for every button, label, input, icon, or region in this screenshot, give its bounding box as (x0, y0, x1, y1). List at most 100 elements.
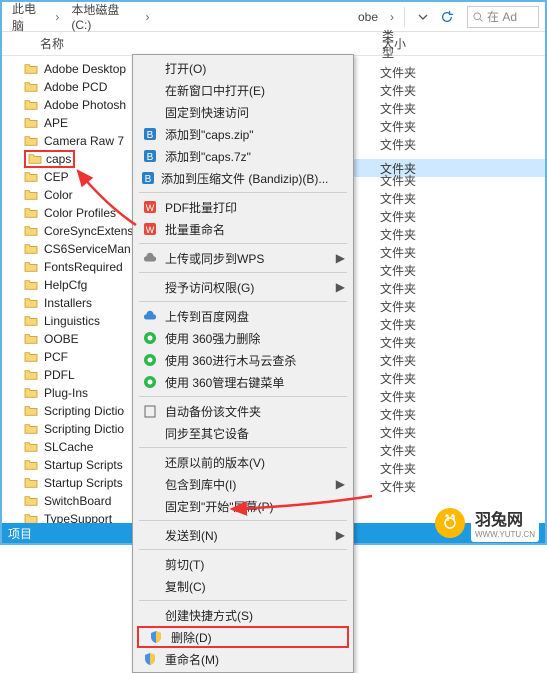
list-item[interactable]: Adobe Photosh (24, 96, 132, 114)
divider (404, 7, 405, 27)
watermark-logo: 羽兔网 WWW.YUTU.CN (435, 503, 539, 542)
type-cell: 文件夹 (380, 225, 416, 243)
folder-icon (24, 297, 38, 309)
type-cell: 文件夹 (380, 171, 416, 189)
list-item[interactable]: TypeSupport (24, 510, 132, 523)
menu-pdf-batch[interactable]: WPDF批量打印 (133, 196, 353, 218)
list-item[interactable]: Camera Raw 7 (24, 132, 132, 150)
column-header-name[interactable]: 名称 (2, 35, 132, 52)
list-item[interactable]: CoreSyncExtens (24, 222, 132, 240)
list-item[interactable]: SLCache (24, 438, 132, 456)
menu-pin-quick-access[interactable]: 固定到快速访问 (133, 101, 353, 123)
menu-cut[interactable]: 剪切(T) (133, 553, 353, 575)
menu-360-manage[interactable]: 使用 360管理右键菜单 (133, 371, 353, 393)
folder-icon (24, 441, 38, 453)
type-column: 文件夹 文件夹 文件夹 文件夹 文件夹 . 文件夹 文件夹 文件夹 文件夹 文件… (380, 63, 416, 495)
folder-icon (24, 189, 38, 201)
list-item[interactable]: SwitchBoard (24, 492, 132, 510)
chevron-right-icon: › (141, 8, 153, 26)
menu-separator (139, 301, 347, 302)
list-item[interactable]: FontsRequired (24, 258, 132, 276)
menu-grant-access[interactable]: 授予访问权限(G)▶ (133, 276, 353, 298)
menu-add-7z[interactable]: B添加到"caps.7z" (133, 145, 353, 167)
list-item[interactable]: Startup Scripts (24, 474, 132, 492)
menu-auto-backup[interactable]: 自动备份该文件夹 (133, 400, 353, 422)
folder-icon (24, 459, 38, 471)
brand-url: WWW.YUTU.CN (475, 530, 535, 539)
type-cell: 文件夹 (380, 261, 416, 279)
list-item[interactable]: PCF (24, 348, 132, 366)
type-cell: 文件夹 (380, 81, 416, 99)
menu-360-scan[interactable]: 使用 360进行木马云查杀 (133, 349, 353, 371)
menu-restore-previous[interactable]: 还原以前的版本(V) (133, 451, 353, 473)
menu-upload-baidu[interactable]: 上传到百度网盘 (133, 305, 353, 327)
folder-icon (24, 117, 38, 129)
360-icon (141, 375, 159, 389)
menu-open-new-window[interactable]: 在新窗口中打开(E) (133, 79, 353, 101)
svg-text:W: W (146, 203, 155, 213)
list-item[interactable]: Color (24, 186, 132, 204)
context-menu: 打开(O) 在新窗口中打开(E) 固定到快速访问 B添加到"caps.zip" … (132, 54, 354, 673)
folder-icon (24, 513, 38, 523)
menu-copy[interactable]: 复制(C) (133, 575, 353, 597)
menu-create-shortcut[interactable]: 创建快捷方式(S) (133, 604, 353, 626)
type-cell: 文件夹 (380, 279, 416, 297)
menu-add-zip[interactable]: B添加到"caps.zip" (133, 123, 353, 145)
menu-pin-start[interactable]: 固定到"开始"屏幕(P) (133, 495, 353, 517)
list-item[interactable]: Color Profiles (24, 204, 132, 222)
folder-icon (24, 81, 38, 93)
menu-360-force-delete[interactable]: 使用 360强力删除 (133, 327, 353, 349)
folder-icon (24, 423, 38, 435)
dropdown-button[interactable] (411, 6, 435, 28)
list-item[interactable]: Plug-Ins (24, 384, 132, 402)
list-item[interactable]: CEP (24, 168, 132, 186)
type-cell: 文件夹 (380, 135, 416, 153)
chevron-right-icon: ▶ (336, 280, 345, 294)
list-item[interactable]: APE (24, 114, 132, 132)
folder-icon (24, 387, 38, 399)
svg-text:B: B (145, 174, 152, 185)
menu-sync-other[interactable]: 同步至其它设备 (133, 422, 353, 444)
menu-open[interactable]: 打开(O) (133, 57, 353, 79)
menu-delete[interactable]: 删除(D) (137, 626, 349, 648)
chevron-right-icon: › (51, 8, 63, 26)
refresh-button[interactable] (435, 6, 459, 28)
list-item[interactable]: Adobe Desktop (24, 60, 132, 78)
list-item[interactable]: Adobe PCD (24, 78, 132, 96)
shield-icon (147, 630, 165, 644)
type-cell: 文件夹 (380, 423, 416, 441)
menu-include-library[interactable]: 包含到库中(I)▶ (133, 473, 353, 495)
breadcrumb-part[interactable]: obe (354, 8, 382, 26)
column-header-size[interactable]: 大小 (382, 35, 406, 52)
list-item[interactable]: CS6ServiceMan (24, 240, 132, 258)
bandizip-icon: B (141, 149, 159, 163)
breadcrumb-part[interactable]: 此电脑 (8, 0, 47, 36)
column-headers: 名称 类型 大小 (2, 32, 545, 56)
list-item[interactable]: HelpCfg (24, 276, 132, 294)
breadcrumb-part[interactable]: 本地磁盘 (C:) (67, 0, 137, 34)
type-cell: 文件夹 (380, 351, 416, 369)
menu-batch-rename[interactable]: W批量重命名 (133, 218, 353, 240)
list-item[interactable]: PDFL (24, 366, 132, 384)
list-item[interactable]: Installers (24, 294, 132, 312)
360-icon (141, 353, 159, 367)
menu-separator (139, 192, 347, 193)
menu-upload-wps[interactable]: 上传或同步到WPS▶ (133, 247, 353, 269)
list-item[interactable]: OOBE (24, 330, 132, 348)
menu-add-archive[interactable]: B添加到压缩文件 (Bandizip)(B)... (133, 167, 353, 189)
folder-icon (24, 351, 38, 363)
menu-separator (139, 600, 347, 601)
folder-icon (24, 99, 38, 111)
cloud-icon (141, 310, 159, 322)
list-item[interactable]: Scripting Dictio (24, 420, 132, 438)
list-item[interactable]: Startup Scripts (24, 456, 132, 474)
list-item[interactable]: Linguistics (24, 312, 132, 330)
menu-rename[interactable]: 重命名(M) (133, 648, 353, 670)
list-item[interactable]: Scripting Dictio (24, 402, 132, 420)
type-cell: 文件夹 (380, 333, 416, 351)
menu-send-to[interactable]: 发送到(N)▶ (133, 524, 353, 546)
type-cell: 文件夹 (380, 387, 416, 405)
list-item-selected[interactable]: caps (24, 150, 132, 168)
search-input[interactable]: 在 Ad (467, 6, 539, 28)
bandizip-icon: B (141, 171, 155, 185)
